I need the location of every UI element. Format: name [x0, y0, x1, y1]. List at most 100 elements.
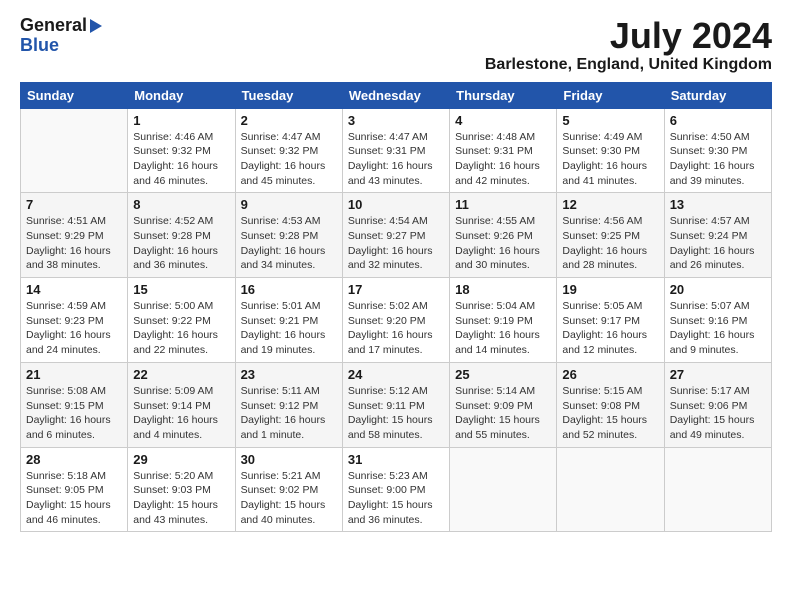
day-number: 8 — [133, 197, 229, 212]
calendar-cell: 4 Sunrise: 4:48 AM Sunset: 9:31 PM Daylig… — [450, 108, 557, 193]
calendar-week-row: 1Sunrise: 4:46 AM Sunset: 9:32 PM Daylig… — [21, 108, 772, 193]
calendar-cell: 23Sunrise: 5:11 AM Sunset: 9:12 PM Dayli… — [235, 362, 342, 447]
day-info: Sunrise: 4:46 AM Sunset: 9:32 PM Dayligh… — [133, 130, 229, 189]
day-info: Sunrise: 5:00 AM Sunset: 9:22 PM Dayligh… — [133, 299, 229, 358]
logo-general-text: General — [20, 16, 87, 36]
day-number: 24 — [348, 367, 444, 382]
calendar-cell: 24 Sunrise: 5:12 AM Sunset: 9:11 PM Dayli… — [342, 362, 449, 447]
day-number: 29 — [133, 452, 229, 467]
calendar-week-row: 28 Sunrise: 5:18 AM Sunset: 9:05 PM Dayli… — [21, 447, 772, 532]
day-info: Sunrise: 5:08 AM Sunset: 9:15 PM Dayligh… — [26, 384, 122, 443]
day-number: 20 — [670, 282, 766, 297]
day-info: Sunrise: 4:56 AM Sunset: 9:25 PM Dayligh… — [562, 214, 658, 273]
calendar-cell: 19 Sunrise: 5:05 AM Sunset: 9:17 PM Dayli… — [557, 278, 664, 363]
day-info: Sunrise: 5:04 AM Sunset: 9:19 PM Dayligh… — [455, 299, 551, 358]
day-number: 22 — [133, 367, 229, 382]
calendar-cell: 8 Sunrise: 4:52 AM Sunset: 9:28 PM Daylig… — [128, 193, 235, 278]
day-info: Sunrise: 4:51 AM Sunset: 9:29 PM Dayligh… — [26, 214, 122, 273]
calendar-header-row: SundayMondayTuesdayWednesdayThursdayFrid… — [21, 82, 772, 108]
calendar-cell: 5 Sunrise: 4:49 AM Sunset: 9:30 PM Daylig… — [557, 108, 664, 193]
calendar-cell — [21, 108, 128, 193]
day-info: Sunrise: 4:55 AM Sunset: 9:26 PM Dayligh… — [455, 214, 551, 273]
calendar-cell: 29 Sunrise: 5:20 AM Sunset: 9:03 PM Dayli… — [128, 447, 235, 532]
day-number: 5 — [562, 113, 658, 128]
day-info: Sunrise: 4:59 AM Sunset: 9:23 PM Dayligh… — [26, 299, 122, 358]
logo: General Blue — [20, 16, 102, 56]
calendar-cell: 17 Sunrise: 5:02 AM Sunset: 9:20 PM Dayli… — [342, 278, 449, 363]
calendar-cell: 1Sunrise: 4:46 AM Sunset: 9:32 PM Daylig… — [128, 108, 235, 193]
calendar-cell: 22 Sunrise: 5:09 AM Sunset: 9:14 PM Dayli… — [128, 362, 235, 447]
day-info: Sunrise: 4:50 AM Sunset: 9:30 PM Dayligh… — [670, 130, 766, 189]
day-info: Sunrise: 5:07 AM Sunset: 9:16 PM Dayligh… — [670, 299, 766, 358]
day-number: 10 — [348, 197, 444, 212]
day-info: Sunrise: 5:09 AM Sunset: 9:14 PM Dayligh… — [133, 384, 229, 443]
day-info: Sunrise: 5:02 AM Sunset: 9:20 PM Dayligh… — [348, 299, 444, 358]
day-info: Sunrise: 5:12 AM Sunset: 9:11 PM Dayligh… — [348, 384, 444, 443]
calendar-day-header: Wednesday — [342, 82, 449, 108]
day-info: Sunrise: 4:52 AM Sunset: 9:28 PM Dayligh… — [133, 214, 229, 273]
day-number: 26 — [562, 367, 658, 382]
logo-arrow-icon — [90, 19, 102, 33]
calendar-cell: 6Sunrise: 4:50 AM Sunset: 9:30 PM Daylig… — [664, 108, 771, 193]
day-info: Sunrise: 4:49 AM Sunset: 9:30 PM Dayligh… — [562, 130, 658, 189]
day-info: Sunrise: 4:47 AM Sunset: 9:31 PM Dayligh… — [348, 130, 444, 189]
calendar-cell: 7 Sunrise: 4:51 AM Sunset: 9:29 PM Daylig… — [21, 193, 128, 278]
page-title: July 2024 — [485, 16, 772, 56]
calendar-week-row: 21 Sunrise: 5:08 AM Sunset: 9:15 PM Dayli… — [21, 362, 772, 447]
day-number: 17 — [348, 282, 444, 297]
calendar-cell: 13 Sunrise: 4:57 AM Sunset: 9:24 PM Dayli… — [664, 193, 771, 278]
day-number: 3 — [348, 113, 444, 128]
calendar-cell — [450, 447, 557, 532]
calendar-day-header: Tuesday — [235, 82, 342, 108]
calendar-cell — [664, 447, 771, 532]
day-number: 12 — [562, 197, 658, 212]
day-info: Sunrise: 5:20 AM Sunset: 9:03 PM Dayligh… — [133, 469, 229, 528]
calendar-day-header: Thursday — [450, 82, 557, 108]
page-subtitle: Barlestone, England, United Kingdom — [485, 56, 772, 74]
calendar-cell: 31 Sunrise: 5:23 AM Sunset: 9:00 PM Dayli… — [342, 447, 449, 532]
calendar-week-row: 7 Sunrise: 4:51 AM Sunset: 9:29 PM Daylig… — [21, 193, 772, 278]
day-number: 25 — [455, 367, 551, 382]
day-number: 19 — [562, 282, 658, 297]
calendar-cell: 18 Sunrise: 5:04 AM Sunset: 9:19 PM Dayli… — [450, 278, 557, 363]
day-number: 28 — [26, 452, 122, 467]
day-info: Sunrise: 5:23 AM Sunset: 9:00 PM Dayligh… — [348, 469, 444, 528]
day-number: 13 — [670, 197, 766, 212]
day-info: Sunrise: 4:53 AM Sunset: 9:28 PM Dayligh… — [241, 214, 337, 273]
calendar-day-header: Friday — [557, 82, 664, 108]
calendar-cell: 30Sunrise: 5:21 AM Sunset: 9:02 PM Dayli… — [235, 447, 342, 532]
calendar-cell: 11Sunrise: 4:55 AM Sunset: 9:26 PM Dayli… — [450, 193, 557, 278]
day-number: 27 — [670, 367, 766, 382]
day-number: 15 — [133, 282, 229, 297]
calendar-cell: 3 Sunrise: 4:47 AM Sunset: 9:31 PM Daylig… — [342, 108, 449, 193]
day-info: Sunrise: 5:18 AM Sunset: 9:05 PM Dayligh… — [26, 469, 122, 528]
day-info: Sunrise: 5:11 AM Sunset: 9:12 PM Dayligh… — [241, 384, 337, 443]
day-number: 21 — [26, 367, 122, 382]
header: General Blue July 2024 Barlestone, Engla… — [20, 16, 772, 74]
day-number: 31 — [348, 452, 444, 467]
calendar-day-header: Sunday — [21, 82, 128, 108]
day-info: Sunrise: 4:48 AM Sunset: 9:31 PM Dayligh… — [455, 130, 551, 189]
calendar-cell: 14 Sunrise: 4:59 AM Sunset: 9:23 PM Dayli… — [21, 278, 128, 363]
calendar-cell: 10 Sunrise: 4:54 AM Sunset: 9:27 PM Dayli… — [342, 193, 449, 278]
day-number: 18 — [455, 282, 551, 297]
day-number: 4 — [455, 113, 551, 128]
calendar-cell — [557, 447, 664, 532]
calendar-cell: 25Sunrise: 5:14 AM Sunset: 9:09 PM Dayli… — [450, 362, 557, 447]
day-info: Sunrise: 4:57 AM Sunset: 9:24 PM Dayligh… — [670, 214, 766, 273]
calendar-day-header: Saturday — [664, 82, 771, 108]
calendar-cell: 2 Sunrise: 4:47 AM Sunset: 9:32 PM Daylig… — [235, 108, 342, 193]
day-number: 16 — [241, 282, 337, 297]
day-info: Sunrise: 5:15 AM Sunset: 9:08 PM Dayligh… — [562, 384, 658, 443]
calendar-cell: 26 Sunrise: 5:15 AM Sunset: 9:08 PM Dayli… — [557, 362, 664, 447]
calendar-cell: 9Sunrise: 4:53 AM Sunset: 9:28 PM Daylig… — [235, 193, 342, 278]
day-number: 2 — [241, 113, 337, 128]
day-number: 30 — [241, 452, 337, 467]
day-info: Sunrise: 4:54 AM Sunset: 9:27 PM Dayligh… — [348, 214, 444, 273]
day-info: Sunrise: 4:47 AM Sunset: 9:32 PM Dayligh… — [241, 130, 337, 189]
day-number: 7 — [26, 197, 122, 212]
day-info: Sunrise: 5:05 AM Sunset: 9:17 PM Dayligh… — [562, 299, 658, 358]
day-number: 14 — [26, 282, 122, 297]
calendar-cell: 21 Sunrise: 5:08 AM Sunset: 9:15 PM Dayli… — [21, 362, 128, 447]
calendar-cell: 27Sunrise: 5:17 AM Sunset: 9:06 PM Dayli… — [664, 362, 771, 447]
